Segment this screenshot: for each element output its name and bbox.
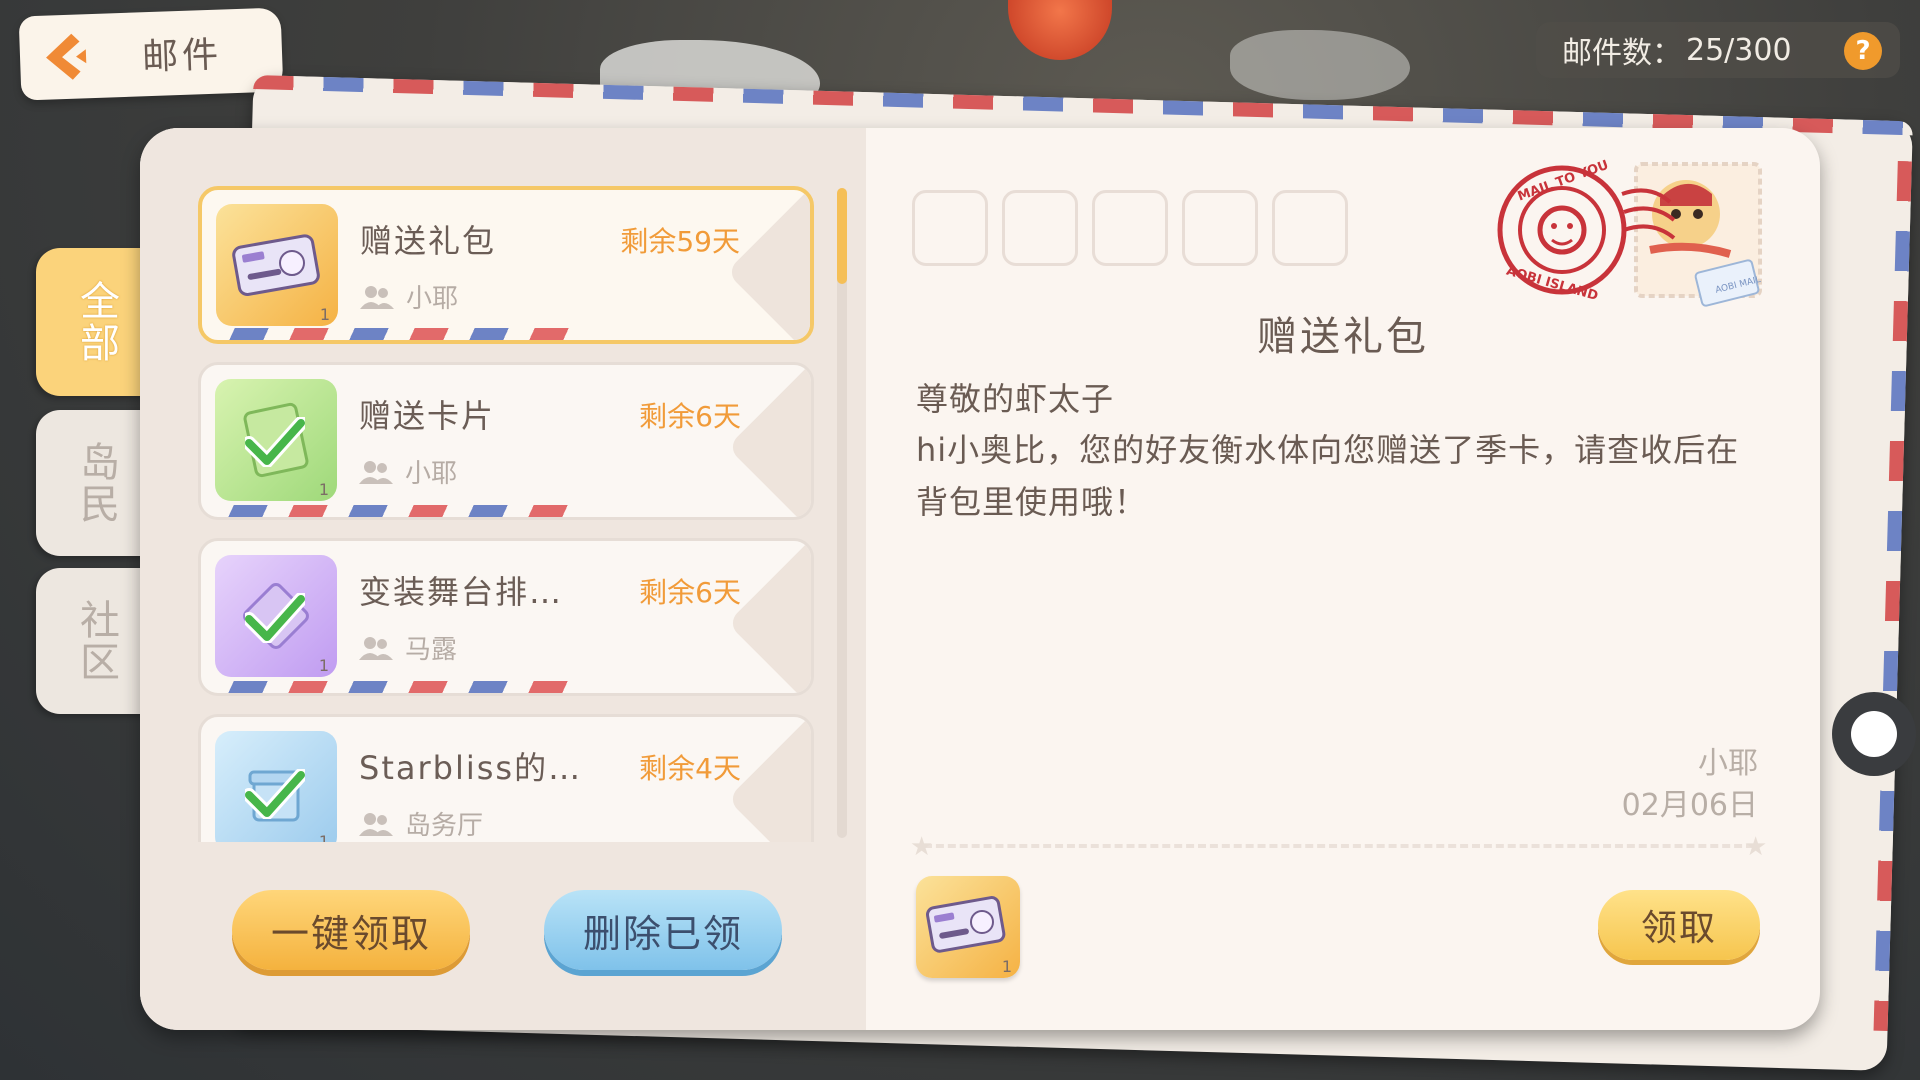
mail-date: 02月06日 [1621,788,1758,823]
scrollbar-thumb[interactable] [837,188,847,284]
back-arrow-icon [29,21,101,93]
item-count: 1 [318,480,329,499]
stamp-slot [1092,190,1168,266]
star-icon: ★ [910,832,934,862]
mail-sender: 马露 [359,629,457,666]
postmark-stamp-icon: AOBI MAIL MAIL TO YOU AOBI ISLAND [1490,154,1770,328]
claim-all-button[interactable]: 一键领取 [232,890,470,970]
person-icon [360,285,394,309]
check-icon [245,417,305,467]
mail-list-scrollbar[interactable] [837,188,847,838]
mail-count-label: 邮件数： [1562,36,1682,71]
mail-list-pane: 1 赠送礼包 剩余59天 小耶 1 赠送卡片 剩余6天 小耶 1 变装舞台排… … [140,128,866,1030]
mail-count-badge: 邮件数： 25/300 ? [1536,22,1900,78]
mail-signature-sender: 小耶 [1698,746,1758,781]
gift-icon: 1 [215,731,337,853]
tab-all[interactable]: 全部 [36,248,156,396]
tab-residents-label: 岛民 [73,441,119,525]
mail-sender-name: 小耶 [405,459,458,489]
check-icon [245,593,305,643]
stamp-slots [912,190,1348,266]
mail-title: 变装舞台排… [359,573,564,611]
tab-residents[interactable]: 岛民 [36,410,156,556]
mail-expiry: 剩余6天 [639,400,741,433]
person-icon [359,636,393,660]
mail-list-item[interactable]: 1 赠送礼包 剩余59天 小耶 [198,186,814,344]
stamp-slot [1002,190,1078,266]
mail-sender-name: 岛务厅 [405,811,484,841]
mail-expiry: 剩余59天 [620,225,740,258]
mail-body: hi小奥比，您的好友衡水体向您赠送了季卡，请查收后在背包里使用哦！ [916,431,1740,521]
mail-list-item[interactable]: 1 赠送卡片 剩余6天 小耶 [198,362,814,520]
mail-sender: 岛务厅 [359,805,483,842]
mail-panel: 1 赠送礼包 剩余59天 小耶 1 赠送卡片 剩余6天 小耶 1 变装舞台排… … [140,128,1820,1030]
tab-community-label: 社区 [73,599,119,683]
attachment-season-card-icon[interactable]: 1 [916,876,1020,978]
mail-count-value: 25/300 [1686,32,1792,68]
mail-title: Starbliss的… [359,749,583,787]
stamp-slot [1272,190,1348,266]
background-decoration [1230,30,1410,100]
delete-claimed-button[interactable]: 删除已领 [544,890,782,970]
divider [924,844,1754,848]
tab-all-label: 全部 [73,280,119,364]
mail-sender-name: 小耶 [406,284,459,314]
background-decoration [1008,0,1112,60]
person-icon [359,812,393,836]
help-icon[interactable]: ? [1844,32,1882,70]
mail-expiry: 剩余6天 [639,576,741,609]
mail-title: 赠送礼包 [360,222,497,260]
mail-sender: 小耶 [359,453,457,490]
item-count: 1 [318,656,329,675]
back-button[interactable]: 邮件 [18,7,284,101]
stamp-slot [1182,190,1258,266]
check-icon [245,769,305,819]
mail-detail-title: 赠送礼包 [1257,314,1429,360]
season-card-icon: 1 [216,204,338,326]
tab-community[interactable]: 社区 [36,568,156,714]
claim-button[interactable]: 领取 [1598,890,1760,960]
person-icon [359,460,393,484]
card-icon: 1 [215,379,337,501]
attachment-count: 1 [1001,957,1012,976]
item-count: 1 [319,305,330,324]
stamp-slot [912,190,988,266]
floating-action-button[interactable] [1832,692,1916,776]
ticket-icon: 1 [215,555,337,677]
mail-expiry: 剩余4天 [639,752,741,785]
page-title: 邮件 [141,34,223,79]
mail-list-item[interactable]: 1 变装舞台排… 剩余6天 马露 [198,538,814,696]
mail-title: 赠送卡片 [359,397,496,435]
star-icon: ★ [1744,832,1768,862]
mail-sender: 小耶 [360,278,458,315]
mail-sender-name: 马露 [405,635,458,665]
mail-greeting: 尊敬的虾太子 [916,380,1115,418]
